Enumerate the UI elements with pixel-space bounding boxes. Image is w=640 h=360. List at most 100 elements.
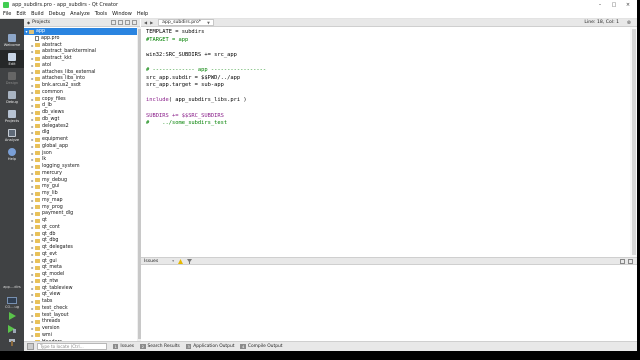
tree-item-label: version xyxy=(42,326,60,331)
tab-label: Application Output xyxy=(193,344,235,349)
code-line[interactable]: #TARGET = app xyxy=(146,37,188,45)
menu-help[interactable]: Help xyxy=(137,11,148,17)
output-tab-issues[interactable]: 1 Issues xyxy=(113,344,134,349)
close-document-icon[interactable]: ⊗ xyxy=(627,20,631,26)
folder-icon xyxy=(35,292,40,297)
forward-arrow-icon[interactable]: ▶ xyxy=(150,20,153,25)
folder-icon xyxy=(35,110,40,115)
code-token: win32:SRC_SUBDIRS += src_app xyxy=(146,51,237,58)
mode-edit[interactable]: Edit xyxy=(0,50,24,68)
scrollbar-thumb[interactable] xyxy=(631,29,636,255)
tree-item-label: qt_delegates xyxy=(42,245,73,250)
build-button[interactable] xyxy=(6,337,18,347)
projects-icon xyxy=(8,109,16,118)
folder-icon xyxy=(35,171,40,176)
title-bar: app_subdirs.pro - app_subdirs - Qt Creat… xyxy=(0,0,637,10)
tree-item-label: mercury xyxy=(42,170,62,176)
pane-select-arrow-icon[interactable]: ◆ xyxy=(27,20,30,25)
split-icon[interactable] xyxy=(125,20,130,25)
link-icon[interactable] xyxy=(118,20,123,25)
menu-window[interactable]: Window xyxy=(112,11,132,17)
folder-icon xyxy=(35,232,40,236)
mode-label: Analyze xyxy=(4,137,20,142)
code-token: TEMPLATE = subdirs xyxy=(146,29,205,35)
close-pane-icon[interactable] xyxy=(132,20,137,25)
tree-item-label: qt_cont xyxy=(42,224,60,230)
tab-label: Search Results xyxy=(147,344,180,349)
projects-pane-header: ◆ Projects xyxy=(24,19,140,27)
output-tab-compile-output[interactable]: 4 Compile Output xyxy=(240,344,282,349)
filter-icon[interactable] xyxy=(187,258,193,264)
editor-toolbar: ◀ ▶ app_subdirs.pro* ▼ Line: 18, Col: 1 … xyxy=(141,19,637,27)
mode-label: Edit xyxy=(8,61,16,66)
tree-item-label: qt_dbg xyxy=(42,238,59,244)
close-button[interactable]: × xyxy=(621,0,635,10)
output-tab-application-output[interactable]: 3 Application Output xyxy=(185,344,235,349)
run-button[interactable] xyxy=(6,311,18,321)
folder-icon xyxy=(35,90,40,95)
back-arrow-icon[interactable]: ◀ xyxy=(144,20,147,25)
warning-filter-icon[interactable] xyxy=(178,258,184,264)
debug-run-button[interactable] xyxy=(6,324,18,334)
filter-icon[interactable] xyxy=(111,20,116,25)
folder-icon xyxy=(35,191,40,196)
menu-file[interactable]: File xyxy=(3,11,11,17)
projects-pane-title[interactable]: Projects xyxy=(32,20,50,25)
mode-analyze[interactable]: Analyze xyxy=(0,126,24,144)
debug-run-icon xyxy=(8,325,16,333)
folder-icon xyxy=(35,198,40,203)
tree-item-label: qt_meta xyxy=(42,265,62,271)
issues-pane-header: Issues ▾ xyxy=(141,257,637,265)
issues-list[interactable] xyxy=(141,265,637,341)
code-token: #TARGET = app xyxy=(146,36,189,43)
menu-build[interactable]: Build xyxy=(31,11,44,17)
tree-item-label: abstract xyxy=(42,42,62,48)
code-line[interactable]: include( app_subdirs_libs.pri ) xyxy=(146,97,247,105)
mode-debug[interactable]: Debug xyxy=(0,88,24,106)
folder-icon xyxy=(35,205,40,209)
qt-creator-logo-icon xyxy=(3,2,9,8)
menu-edit[interactable]: Edit xyxy=(16,11,26,17)
editor-scrollbar[interactable] xyxy=(630,27,637,257)
tree-item-label: my_gui xyxy=(42,184,60,190)
tree-item-label: wmi xyxy=(42,332,52,338)
mode-welcome[interactable]: Welcome xyxy=(0,31,24,49)
code-editor[interactable]: TEMPLATE = subdirs #TARGET = app win32:SRC… xyxy=(141,27,637,257)
maximize-pane-icon[interactable] xyxy=(620,258,625,264)
welcome-icon xyxy=(8,33,16,42)
folder-icon xyxy=(35,178,40,182)
kit-config-selector[interactable]: CO....ug xyxy=(0,293,24,313)
toggle-sidebar-icon[interactable] xyxy=(27,343,34,350)
tree-item-label: atol xyxy=(42,62,52,68)
mode-label: Design xyxy=(5,80,19,85)
menu-analyze[interactable]: Analyze xyxy=(70,11,90,17)
code-line[interactable]: # ../some_subdirs_test xyxy=(146,120,227,128)
folder-icon xyxy=(35,63,40,68)
menu-tools[interactable]: Tools xyxy=(95,11,107,17)
maximize-button[interactable]: □ xyxy=(607,0,621,10)
code-line[interactable]: src_app.target = sub-app xyxy=(146,82,224,90)
open-documents-combo[interactable]: app_subdirs.pro* ▼ xyxy=(158,19,214,26)
output-tab-search-results[interactable]: 2 Search Results xyxy=(140,344,180,349)
mode-projects[interactable]: Projects xyxy=(0,107,24,125)
folder-icon xyxy=(35,279,40,284)
minimize-button[interactable]: – xyxy=(593,0,607,10)
tree-item-label: bnk.arcus2_ssdt xyxy=(42,83,81,88)
menu-debug[interactable]: Debug xyxy=(49,11,65,17)
mode-design[interactable]: Design xyxy=(0,69,24,87)
code-token: # ------------- app ----------------- xyxy=(146,67,267,73)
project-tree[interactable]: ▾ app app.pro ▸ abstract ▸ abstract_banktermin… xyxy=(24,27,137,341)
tab-number: 4 xyxy=(240,344,246,349)
cursor-position[interactable]: Line: 18, Col: 1 xyxy=(584,20,619,25)
tree-item-label: app xyxy=(36,29,46,34)
tree-item-label: qt_model xyxy=(42,272,65,277)
issues-filter-dropdown[interactable]: ▾ xyxy=(172,259,174,263)
mode-help[interactable]: Help xyxy=(0,145,24,163)
mode-selector-bar: Welcome Edit Design Debug Projects Analy… xyxy=(0,19,24,351)
code-line[interactable]: win32:SRC_SUBDIRS += src_app xyxy=(146,52,237,60)
locator-input[interactable]: Type to locate (Ctrl... xyxy=(37,343,107,350)
folder-icon xyxy=(35,97,40,101)
tree-item-label: qt_ntw xyxy=(42,278,59,284)
close-pane-icon[interactable] xyxy=(628,258,633,264)
folder-icon xyxy=(35,56,40,61)
